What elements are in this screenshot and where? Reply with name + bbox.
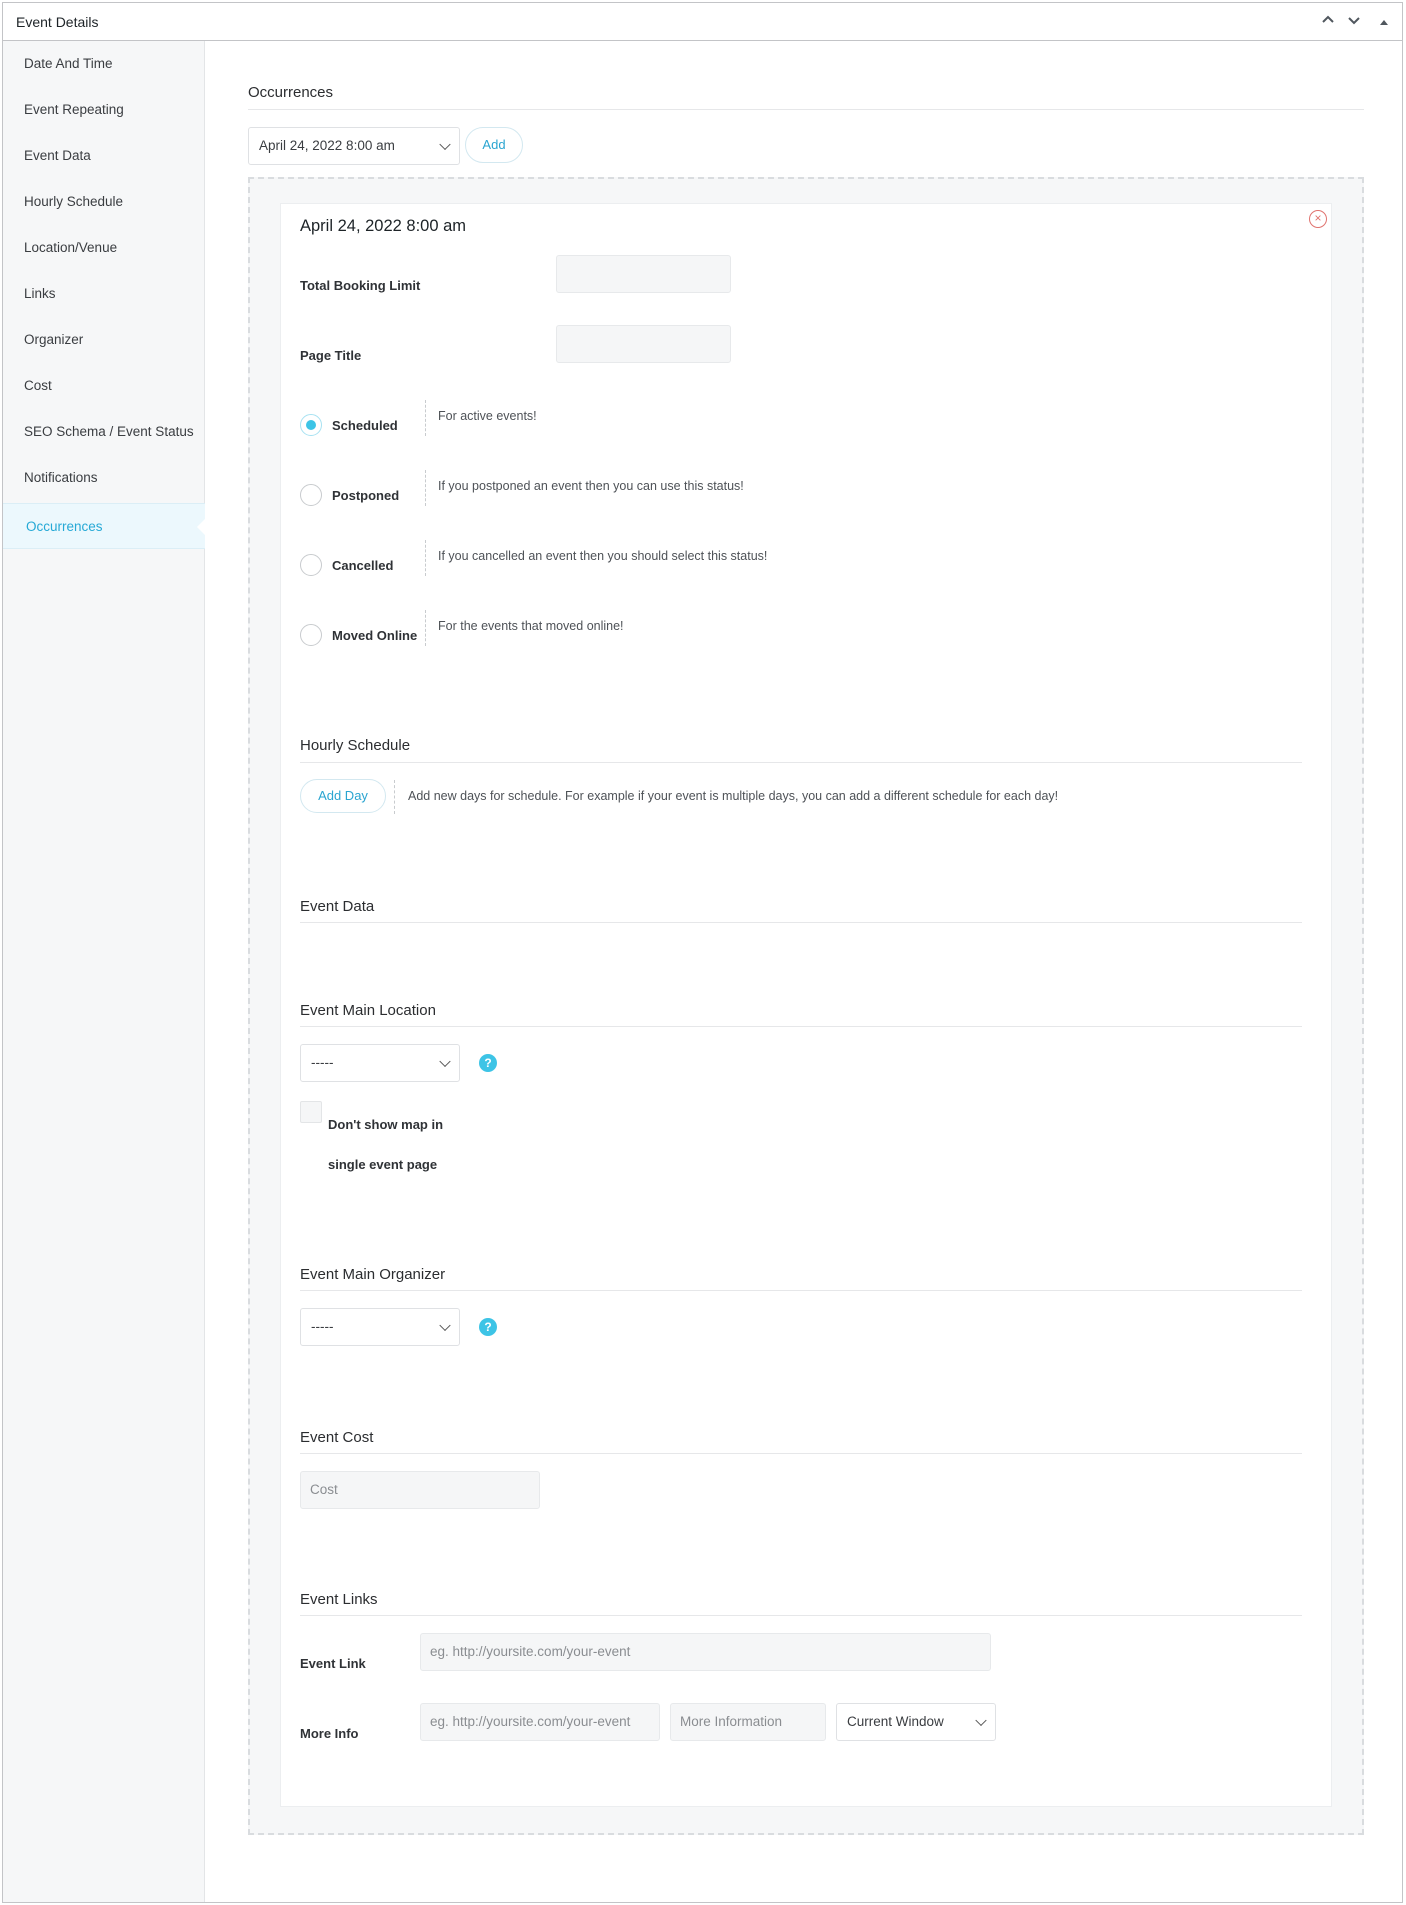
separator	[425, 400, 426, 436]
more-info-title-input[interactable]: More Information	[670, 1703, 826, 1741]
sidebar-item-location-venue[interactable]: Location/Venue	[3, 225, 205, 271]
separator	[425, 470, 426, 506]
sidebar-item-date-and-time[interactable]: Date And Time	[3, 41, 205, 87]
more-info-target-value: Current Window	[847, 1714, 944, 1729]
event-cost-heading: Event Cost	[300, 1429, 374, 1446]
sidebar-item-cost[interactable]: Cost	[3, 363, 205, 409]
occurrence-date-select[interactable]: April 24, 2022 8:00 am	[248, 127, 460, 165]
radio-cancelled[interactable]	[300, 554, 322, 576]
location-select-value: -----	[311, 1055, 334, 1070]
separator	[425, 610, 426, 646]
occurrence-title: April 24, 2022 8:00 am	[300, 217, 467, 235]
dont-show-map-checkbox[interactable]	[300, 1101, 322, 1123]
status-desc-moved-online: For the events that moved online!	[438, 619, 624, 633]
status-label-moved-online: Moved Online	[332, 628, 418, 643]
sidebar-item-occurrences[interactable]: Occurrences	[3, 503, 206, 549]
sidebar-item-event-data[interactable]: Event Data	[3, 133, 205, 179]
occurrences-heading: Occurrences	[248, 84, 334, 101]
chevron-down-icon	[439, 1319, 451, 1332]
sidebar-item-event-repeating[interactable]: Event Repeating	[3, 87, 205, 133]
total-booking-limit-input[interactable]	[556, 255, 731, 293]
sidebar-item-seo-schema[interactable]: SEO Schema / Event Status	[3, 409, 205, 455]
cost-input[interactable]: Cost	[300, 1471, 540, 1509]
chevron-up-icon[interactable]	[1315, 9, 1341, 35]
event-details-panel: Event Details Date And Time Event Repeat…	[2, 2, 1403, 1903]
chevron-down-icon[interactable]	[1341, 9, 1367, 35]
sidebar-item-notifications[interactable]: Notifications	[3, 455, 205, 501]
more-info-target-select[interactable]: Current Window	[836, 1703, 996, 1741]
page-title-input[interactable]	[556, 325, 731, 363]
chevron-down-icon	[439, 138, 451, 151]
main-content: Occurrences April 24, 2022 8:00 am Add A…	[206, 41, 1402, 1902]
radio-scheduled[interactable]	[300, 414, 322, 436]
divider	[300, 1026, 1302, 1027]
organizer-select-value: -----	[311, 1319, 334, 1334]
sidebar-item-organizer[interactable]: Organizer	[3, 317, 205, 363]
panel-title: Event Details	[16, 14, 99, 30]
occurrence-card: April 24, 2022 8:00 am × Total Booking L…	[280, 203, 1332, 1807]
add-occurrence-button[interactable]: Add	[465, 127, 523, 163]
divider	[300, 922, 1302, 923]
add-day-button[interactable]: Add Day	[300, 779, 386, 813]
divider	[300, 1453, 1302, 1454]
event-main-organizer-heading: Event Main Organizer	[300, 1266, 446, 1283]
status-desc-postponed: If you postponed an event then you can u…	[438, 479, 744, 493]
close-circle-icon[interactable]: ×	[1309, 210, 1327, 228]
radio-postponed[interactable]	[300, 484, 322, 506]
chevron-down-icon	[439, 1055, 451, 1068]
divider	[300, 1615, 1302, 1616]
occurrences-container: April 24, 2022 8:00 am × Total Booking L…	[248, 177, 1364, 1835]
radio-moved-online[interactable]	[300, 624, 322, 646]
total-booking-limit-label: Total Booking Limit	[300, 278, 421, 293]
event-link-input[interactable]: eg. http://yoursite.com/your-event	[420, 1633, 991, 1671]
help-icon[interactable]: ?	[479, 1318, 497, 1336]
status-label-postponed: Postponed	[332, 488, 400, 503]
triangle-up-icon[interactable]	[1371, 9, 1397, 35]
page-title-label: Page Title	[300, 348, 362, 363]
divider	[300, 762, 1302, 763]
separator	[394, 780, 395, 814]
event-data-heading: Event Data	[300, 898, 375, 915]
location-select[interactable]: -----	[300, 1044, 460, 1082]
more-info-label: More Info	[300, 1726, 359, 1741]
status-desc-scheduled: For active events!	[438, 409, 537, 423]
more-info-url-input[interactable]: eg. http://yoursite.com/your-event	[420, 1703, 660, 1741]
hourly-schedule-heading: Hourly Schedule	[300, 737, 411, 754]
chevron-down-icon	[975, 1714, 987, 1727]
occurrence-date-select-value: April 24, 2022 8:00 am	[259, 138, 395, 153]
sidebar-item-links[interactable]: Links	[3, 271, 205, 317]
divider	[248, 109, 1364, 110]
event-links-heading: Event Links	[300, 1591, 378, 1608]
sidebar: Date And Time Event Repeating Event Data…	[3, 41, 206, 1902]
panel-header: Event Details	[3, 3, 1402, 41]
status-label-cancelled: Cancelled	[332, 558, 394, 573]
help-icon[interactable]: ?	[479, 1054, 497, 1072]
status-desc-cancelled: If you cancelled an event then you shoul…	[438, 549, 768, 563]
status-label-scheduled: Scheduled	[332, 418, 398, 433]
organizer-select[interactable]: -----	[300, 1308, 460, 1346]
dont-show-map-label-line1: Don't show map in	[328, 1117, 444, 1132]
divider	[300, 1290, 1302, 1291]
event-main-location-heading: Event Main Location	[300, 1002, 436, 1019]
dont-show-map-label-line2: single event page	[328, 1157, 438, 1172]
sidebar-item-hourly-schedule[interactable]: Hourly Schedule	[3, 179, 205, 225]
hourly-schedule-desc: Add new days for schedule. For example i…	[408, 789, 1059, 803]
separator	[425, 540, 426, 576]
event-link-label: Event Link	[300, 1656, 366, 1671]
